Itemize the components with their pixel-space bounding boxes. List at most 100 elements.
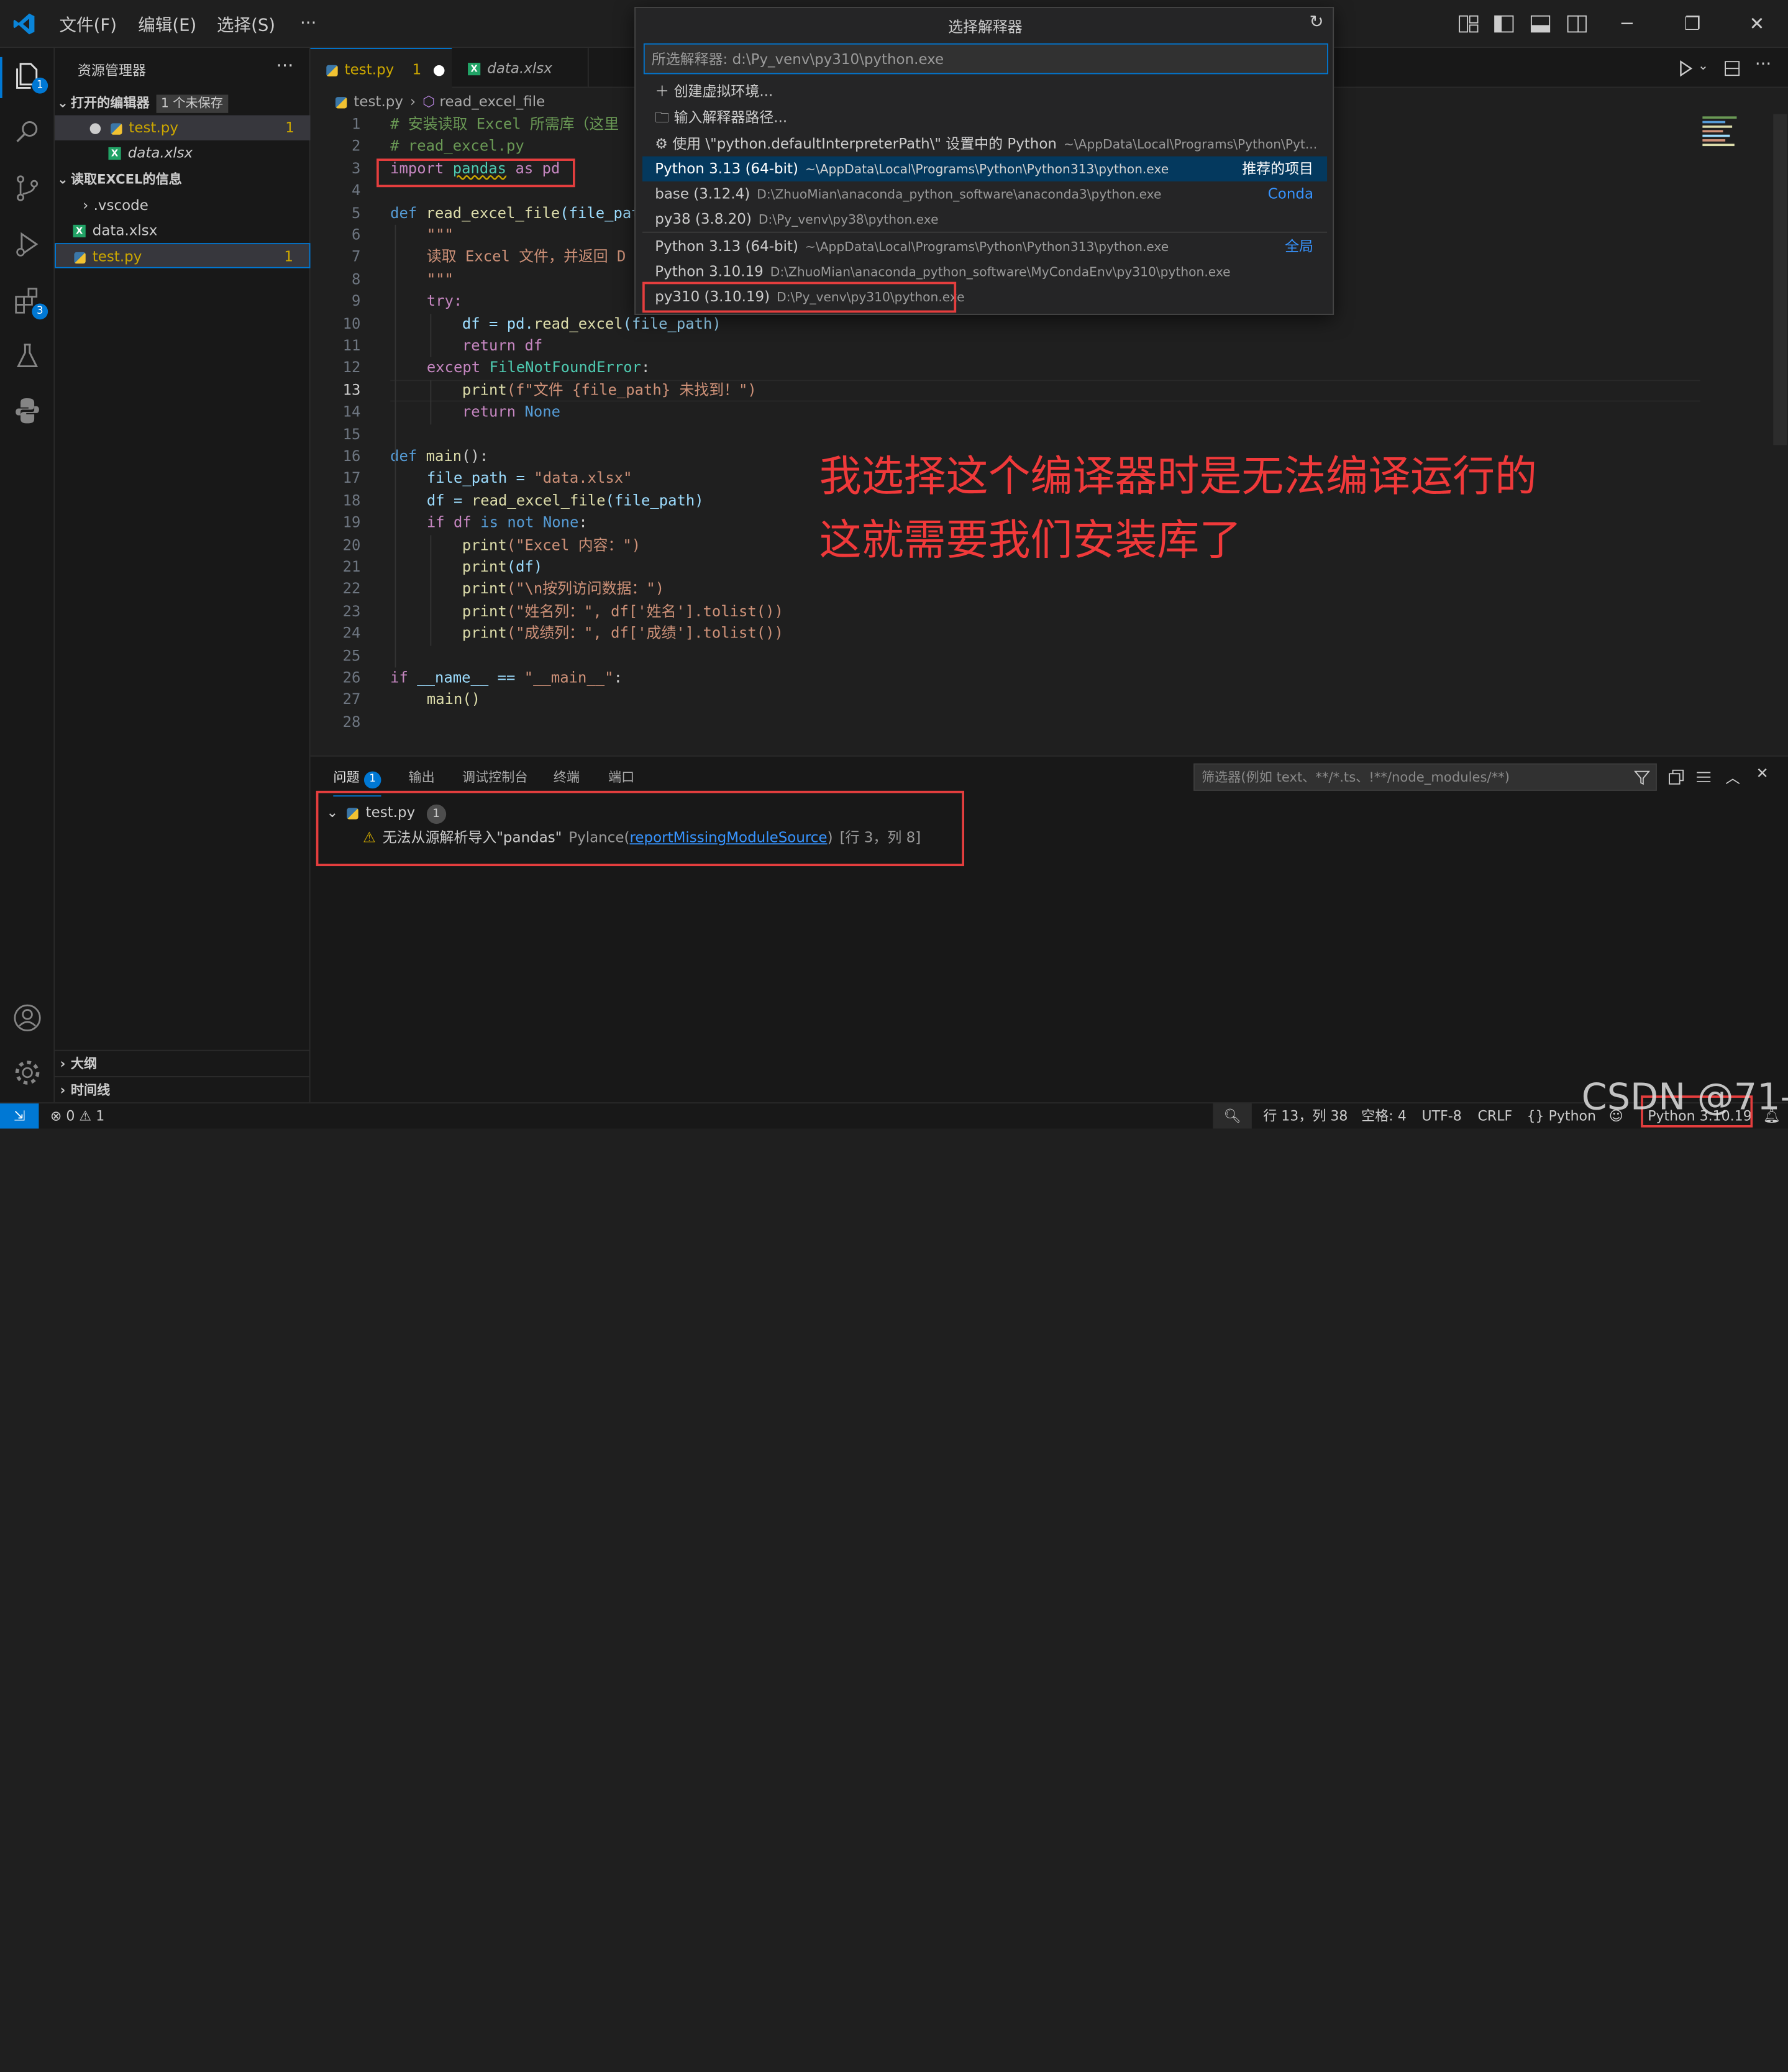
menu-more[interactable]: ··· [300, 12, 316, 33]
explorer-more-button[interactable]: ··· [276, 55, 293, 76]
editor-more-actions-icon[interactable]: ··· [1755, 53, 1771, 74]
close-icon[interactable]: ✕ [1749, 12, 1765, 34]
tab-data-xlsx[interactable]: Xdata.xlsx [452, 48, 589, 88]
menu-select[interactable]: 选择(S) [217, 12, 275, 37]
problems-status[interactable]: ⊗ 0 ⚠ 1 [50, 1103, 104, 1128]
tab-debug-console[interactable]: 调试控制台 [462, 768, 528, 786]
open-editors-section[interactable]: ⌄ 打开的编辑器 1 个未保存 [55, 90, 310, 115]
line-number: 22 [342, 581, 361, 599]
remote-indicator-icon[interactable]: ⇲ [0, 1103, 39, 1129]
problems-filter-input[interactable]: 筛选器(例如 text、**/*.ts、!**/node_modules/**) [1193, 763, 1657, 791]
folder-item-test-py[interactable]: test.py 1 [55, 243, 311, 268]
filter-icon[interactable] [1634, 769, 1650, 785]
search-icon[interactable] [11, 116, 43, 148]
enter-path-label: 输入解释器路径... [673, 108, 788, 126]
editor-scrollbar[interactable] [1773, 114, 1787, 445]
timeline-label: 时间线 [70, 1082, 111, 1098]
source-control-icon[interactable] [11, 172, 43, 204]
line-number: 25 [342, 647, 361, 665]
settings-gear-icon[interactable] [11, 1057, 43, 1088]
run-python-file-icon[interactable] [1676, 60, 1694, 78]
create-env-item[interactable]: ＋创建虚拟环境... [642, 79, 1327, 104]
run-dropdown-chevron-icon[interactable]: ⌄ [1698, 58, 1708, 73]
minimap[interactable] [1702, 114, 1771, 160]
menu-file[interactable]: 文件(F) [60, 12, 117, 37]
toggle-secondary-sidebar-icon[interactable] [1566, 12, 1589, 35]
code-line-5: def read_excel_file(file_pat [390, 204, 641, 222]
line-number: 24 [342, 625, 361, 643]
open-editor-test-py[interactable]: ● test.py 1 [55, 115, 311, 140]
error-icon: ⊗ [50, 1108, 62, 1125]
picker-title: 选择解释器 [948, 19, 1023, 37]
line-number: 13 [342, 381, 361, 399]
maximize-panel-icon[interactable]: ︿ [1725, 765, 1740, 788]
accounts-icon[interactable] [11, 1002, 43, 1034]
view-as-list-icon[interactable] [1695, 769, 1712, 785]
unsaved-dot-icon[interactable]: ● [433, 60, 445, 78]
interpreter-item[interactable]: Python 3.13 (64-bit) ~\AppData\Local\Prog… [642, 234, 1327, 259]
problem-highlight-box [316, 790, 965, 867]
method-symbol-icon: ⬡ [422, 92, 436, 110]
interpreter-path: D:\ZhuoMian\anaconda_python_software\MyC… [770, 265, 1231, 280]
outline-section[interactable]: › 大纲 [55, 1049, 311, 1075]
warning-count: 1 [96, 1108, 105, 1125]
interpreter-item[interactable]: py38 (3.8.20) D:\Py_venv\py38\python.exe [642, 206, 1327, 231]
tab-terminal[interactable]: 终端 [554, 768, 580, 786]
restore-icon[interactable]: ❐ [1684, 12, 1700, 34]
indentation[interactable]: 空格: 4 [1361, 1103, 1407, 1128]
plus-icon: ＋ [655, 82, 670, 99]
line-number: 17 [342, 470, 361, 488]
interpreter-tag: 全局 [1285, 237, 1314, 255]
interpreter-item[interactable]: base (3.12.4) D:\ZhuoMian\anaconda_python… [642, 181, 1327, 206]
extensions-icon[interactable]: 3 [11, 285, 48, 320]
python-icon[interactable] [11, 395, 43, 426]
folder-item-vscode[interactable]: › .vscode [55, 193, 310, 217]
enter-path-item[interactable]: 🗀 输入解释器路径... [642, 105, 1327, 130]
open-editor-data-xlsx[interactable]: Xdata.xlsx [55, 140, 310, 165]
code-line-18: df = read_excel_file(file_path) [426, 493, 704, 510]
folder-section[interactable]: ⌄ 读取EXCEL的信息 [55, 167, 310, 191]
testing-icon[interactable] [11, 340, 43, 372]
watermark: CSDN @71-3 [1581, 1075, 1788, 1118]
menu-edit[interactable]: 编辑(E) [138, 12, 196, 37]
cursor-position[interactable]: 行 13，列 38 [1263, 1103, 1348, 1128]
open-editors-label: 打开的编辑器 [70, 94, 150, 111]
refresh-icon[interactable]: ↻ [1309, 11, 1323, 32]
line-number: 2 [352, 138, 361, 156]
line-number: 26 [342, 670, 361, 687]
run-debug-icon[interactable] [11, 228, 43, 260]
line-ending[interactable]: CRLF [1478, 1103, 1513, 1128]
customize-layout-icon[interactable] [1457, 12, 1480, 35]
folder-item-data-xlsx[interactable]: Xdata.xlsx [55, 218, 310, 243]
zoom-icon[interactable]: 🔍︎ [1213, 1103, 1252, 1129]
timeline-section[interactable]: › 时间线 [55, 1076, 311, 1101]
toggle-panel-icon[interactable] [1529, 12, 1552, 35]
folder-label: 读取EXCEL的信息 [70, 171, 182, 188]
breadcrumb-symbol[interactable]: read_excel_file [440, 93, 545, 110]
tab-test-py[interactable]: test.py 1 ● [310, 48, 452, 88]
default-label: 使用 \"python.defaultInterpreterPath\" 设置中… [672, 134, 1057, 152]
line-number: 14 [342, 404, 361, 422]
toggle-primary-sidebar-icon[interactable] [1492, 12, 1515, 35]
line-number: 6 [352, 227, 361, 245]
code-line-2: # read_excel.py [390, 138, 524, 156]
vscode-window: 文件(F) 编辑(E) 选择(S) ··· ─ ❐ ✕ 1 3 资源管理器 ··… [0, 0, 1788, 2072]
unsaved-badge: 1 个未保存 [156, 94, 228, 113]
breadcrumb-file[interactable]: test.py [353, 93, 403, 110]
encoding[interactable]: UTF-8 [1422, 1103, 1462, 1128]
interpreter-tag: 推荐的项目 [1242, 160, 1314, 177]
tab-ports[interactable]: 端口 [608, 768, 634, 786]
code-line-7: 读取 Excel 文件，并返回 D [426, 249, 626, 267]
default-interpreter-item[interactable]: ⚙ 使用 \"python.defaultInterpreterPath\" 设置… [642, 131, 1327, 156]
interpreter-item[interactable]: Python 3.10.19 D:\ZhuoMian\anaconda_pytho… [642, 259, 1327, 284]
interpreter-input[interactable]: 所选解释器: d:\Py_venv\py310\python.exe [643, 43, 1328, 75]
interpreter-item[interactable]: Python 3.13 (64-bit) ~\AppData\Local\Prog… [642, 156, 1328, 182]
close-panel-icon[interactable]: ✕ [1756, 765, 1769, 783]
tab-output[interactable]: 输出 [409, 768, 435, 786]
minimize-icon[interactable]: ─ [1622, 12, 1633, 34]
status-bar: ⇲ ⊗ 0 ⚠ 1 🔍︎ 行 13，列 38 空格: 4 UTF-8 CRLF … [0, 1102, 1788, 1129]
split-editor-icon[interactable] [1723, 60, 1741, 78]
explorer-icon[interactable]: 1 [11, 60, 48, 94]
line-number: 7 [352, 249, 361, 267]
collapse-all-icon[interactable] [1668, 769, 1684, 785]
